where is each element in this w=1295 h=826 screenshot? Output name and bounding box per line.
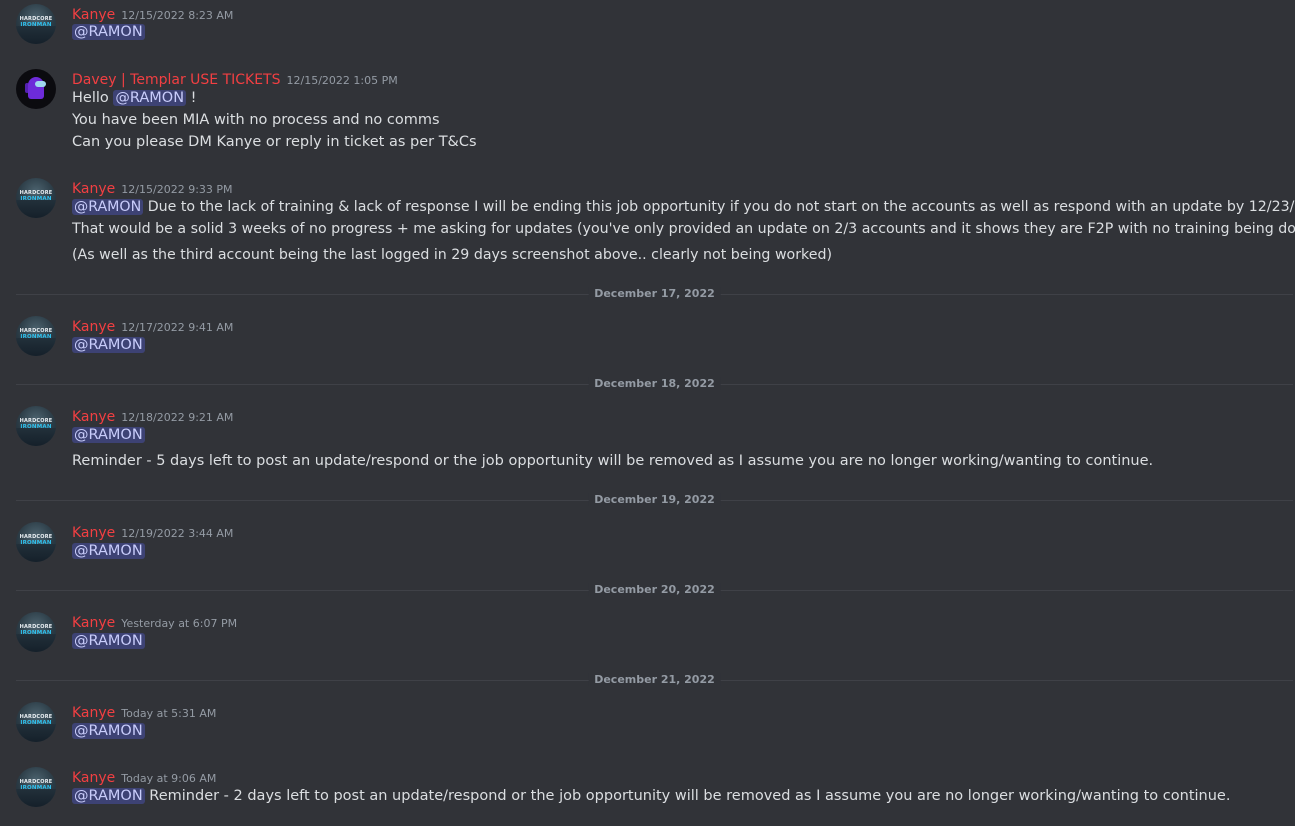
message-text: You have been MIA with no process and no… — [72, 112, 440, 128]
avatar[interactable]: HARDCORE IRONMAN — [16, 702, 56, 742]
username[interactable]: Davey | Templar USE TICKETS — [72, 72, 281, 88]
message-header: Kanye Yesterday at 6:07 PM — [72, 612, 237, 631]
message-content: @RAMON — [72, 633, 145, 649]
user-mention[interactable]: @RAMON — [72, 543, 145, 559]
message-text: That would be a solid 3 weeks of no prog… — [72, 221, 1295, 237]
date-divider: December 20, 2022 — [16, 583, 1293, 596]
message-header: Kanye 12/15/2022 8:23 AM — [72, 4, 233, 23]
user-mention[interactable]: @RAMON — [113, 90, 187, 106]
message-content: @RAMON Reminder - 2 days left to post an… — [72, 788, 1230, 804]
avatar[interactable] — [16, 69, 56, 109]
avatar[interactable]: HARDCORE IRONMAN — [16, 522, 56, 562]
avatar-text-bottom: IRONMAN — [20, 540, 52, 546]
avatar-skyline — [16, 26, 56, 44]
timestamp[interactable]: 12/18/2022 9:21 AM — [121, 411, 233, 424]
timestamp[interactable]: Today at 5:31 AM — [121, 707, 216, 720]
date-divider-label: December 19, 2022 — [588, 493, 721, 506]
user-mention[interactable]: @RAMON — [72, 723, 145, 739]
timestamp[interactable]: Yesterday at 6:07 PM — [121, 617, 237, 630]
avatar-text-bottom: IRONMAN — [20, 785, 52, 791]
message-text: Reminder - 2 days left to post an update… — [144, 788, 1231, 804]
username[interactable]: Kanye — [72, 770, 115, 786]
avatar[interactable]: HARDCORE IRONMAN — [16, 178, 56, 218]
username[interactable]: Kanye — [72, 319, 115, 335]
message-content: @RAMON — [72, 337, 145, 353]
avatar[interactable]: HARDCORE IRONMAN — [16, 4, 56, 44]
message-header: Kanye 12/18/2022 9:21 AM — [72, 406, 233, 425]
avatar-text-bottom: IRONMAN — [20, 720, 52, 726]
date-divider-label: December 21, 2022 — [588, 673, 721, 686]
avatar[interactable]: HARDCORE IRONMAN — [16, 767, 56, 807]
message-content: Hello @RAMON ! — [72, 90, 196, 106]
date-divider-label: December 20, 2022 — [588, 583, 721, 596]
avatar-skyline — [16, 544, 56, 562]
user-mention[interactable]: @RAMON — [72, 633, 145, 649]
message-text: Can you please DM Kanye or reply in tick… — [72, 134, 477, 150]
user-mention[interactable]: @RAMON — [72, 24, 145, 40]
timestamp[interactable]: 12/19/2022 3:44 AM — [121, 527, 233, 540]
message-content: @RAMON — [72, 543, 145, 559]
message-text: Hello — [72, 90, 114, 106]
user-mention[interactable]: @RAMON — [72, 427, 145, 443]
avatar[interactable]: HARDCORE IRONMAN — [16, 316, 56, 356]
avatar-text-bottom: IRONMAN — [20, 630, 52, 636]
avatar-text-bottom: IRONMAN — [20, 22, 52, 28]
date-divider: December 21, 2022 — [16, 673, 1293, 686]
message-header: Kanye 12/19/2022 3:44 AM — [72, 522, 233, 541]
avatar[interactable]: HARDCORE IRONMAN — [16, 406, 56, 446]
avatar-skyline — [16, 200, 56, 218]
user-mention[interactable]: @RAMON — [72, 337, 145, 353]
avatar[interactable]: HARDCORE IRONMAN — [16, 612, 56, 652]
avatar-skyline — [16, 338, 56, 356]
message-text: Due to the lack of training & lack of re… — [143, 199, 1295, 215]
avatar-skyline — [16, 634, 56, 652]
username[interactable]: Kanye — [72, 705, 115, 721]
message-header: Kanye 12/15/2022 9:33 PM — [72, 178, 233, 197]
message-text: Reminder - 5 days left to post an update… — [72, 453, 1154, 469]
message-content: @RAMON Due to the lack of training & lac… — [72, 199, 1295, 215]
message-content: @RAMON — [72, 24, 145, 40]
message-text: (As well as the third account being the … — [72, 247, 833, 263]
avatar-skyline — [16, 428, 56, 446]
timestamp[interactable]: 12/15/2022 8:23 AM — [121, 9, 233, 22]
timestamp[interactable]: Today at 9:06 AM — [121, 772, 216, 785]
message-header: Davey | Templar USE TICKETS 12/15/2022 1:… — [72, 69, 398, 88]
date-divider: December 17, 2022 — [16, 287, 1293, 300]
username[interactable]: Kanye — [72, 615, 115, 631]
date-divider: December 18, 2022 — [16, 377, 1293, 390]
message-content: @RAMON — [72, 723, 145, 739]
username[interactable]: Kanye — [72, 181, 115, 197]
timestamp[interactable]: 12/15/2022 1:05 PM — [287, 74, 398, 87]
date-divider: December 19, 2022 — [16, 493, 1293, 506]
avatar-text-bottom: IRONMAN — [20, 334, 52, 340]
username[interactable]: Kanye — [72, 409, 115, 425]
date-divider-label: December 17, 2022 — [588, 287, 721, 300]
avatar-crewmate-visor — [35, 81, 46, 87]
message-header: Kanye 12/17/2022 9:41 AM — [72, 316, 233, 335]
avatar-text-bottom: IRONMAN — [20, 424, 52, 430]
timestamp[interactable]: 12/15/2022 9:33 PM — [121, 183, 232, 196]
message-header: Kanye Today at 9:06 AM — [72, 767, 216, 786]
user-mention[interactable]: @RAMON — [72, 788, 145, 804]
message-content: @RAMON — [72, 427, 145, 443]
avatar-skyline — [16, 789, 56, 807]
user-mention[interactable]: @RAMON — [72, 199, 144, 215]
username[interactable]: Kanye — [72, 7, 115, 23]
message-header: Kanye Today at 5:31 AM — [72, 702, 216, 721]
avatar-skyline — [16, 724, 56, 742]
message-text: ! — [186, 90, 197, 106]
username[interactable]: Kanye — [72, 525, 115, 541]
avatar-text-bottom: IRONMAN — [20, 196, 52, 202]
timestamp[interactable]: 12/17/2022 9:41 AM — [121, 321, 233, 334]
date-divider-label: December 18, 2022 — [588, 377, 721, 390]
